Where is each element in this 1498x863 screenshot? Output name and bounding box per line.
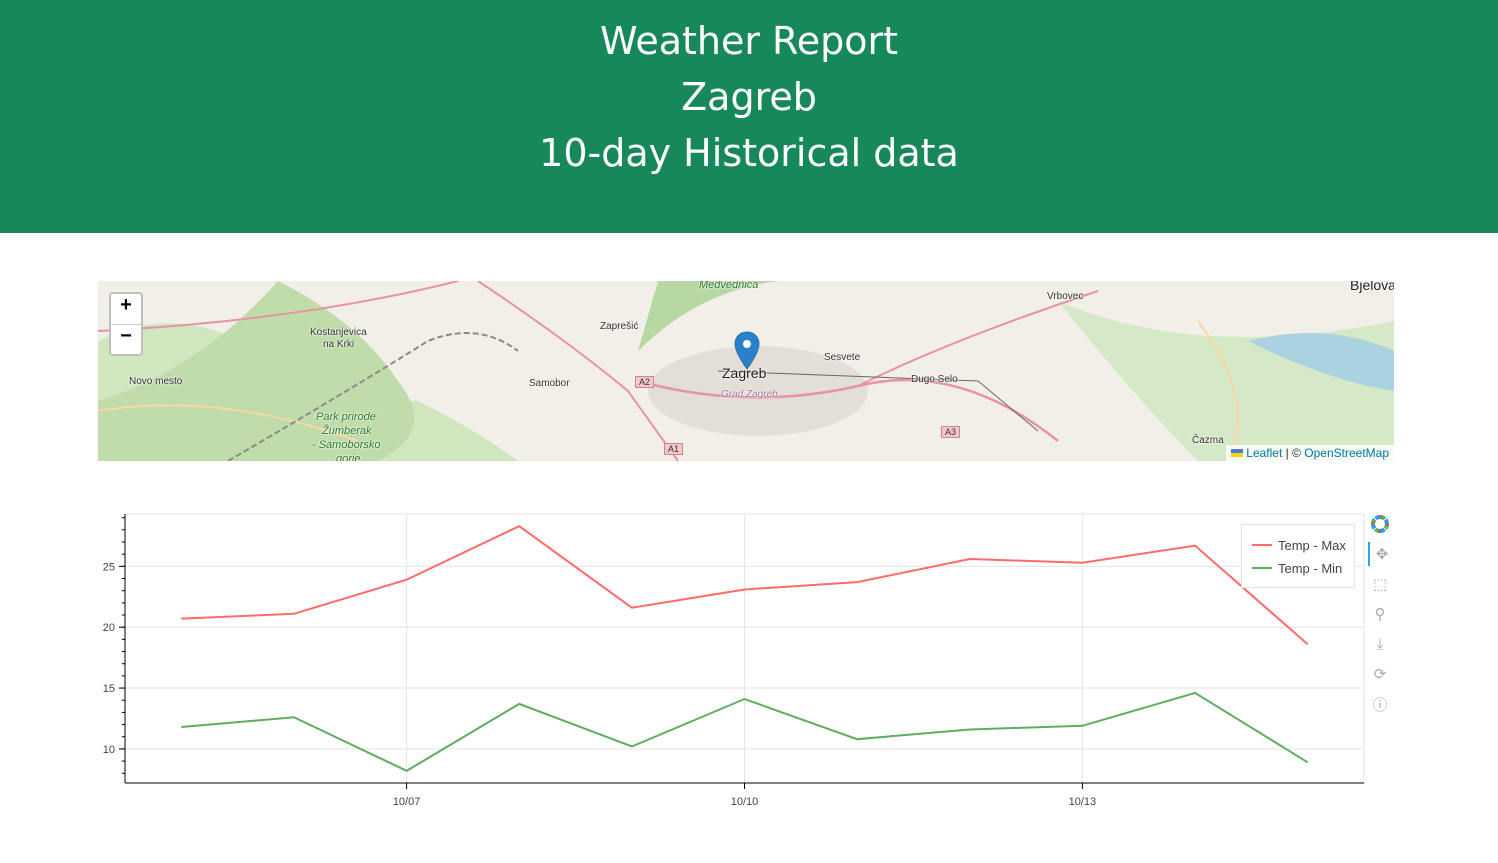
save-icon[interactable]: ⤓ [1368, 632, 1392, 656]
legend-label: Temp - Min [1278, 560, 1343, 576]
map-pin-icon[interactable] [734, 331, 760, 371]
place-label: Kostanjevica [310, 327, 367, 338]
y-tick-label: 25 [103, 561, 115, 573]
x-tick-label: 10/07 [393, 796, 421, 808]
legend-item-min[interactable]: Temp - Min [1252, 560, 1342, 576]
pan-icon[interactable]: ✥ [1368, 542, 1394, 566]
bokeh-logo-icon[interactable] [1368, 512, 1392, 536]
place-label: Novo mesto [129, 376, 183, 387]
place-label: Čazma [1192, 435, 1224, 446]
place-label: Sesvete [824, 352, 861, 363]
legend-swatch [1252, 567, 1272, 569]
map[interactable]: + − Zagreb Grad Zagreb Zaprešić Sesvete … [98, 281, 1394, 461]
map-attribution: Leaflet | © OpenStreetMap [1226, 445, 1394, 461]
ukraine-flag-icon [1231, 449, 1244, 457]
place-label: Samobor [529, 378, 570, 389]
attribution-separator: | © [1282, 446, 1305, 460]
place-label: Vrbovec [1047, 291, 1084, 302]
place-label: Žumberak [322, 425, 372, 437]
place-label: gorje [336, 453, 361, 461]
x-tick-label: 10/10 [731, 796, 759, 808]
y-tick-label: 15 [103, 683, 115, 695]
place-label: Grad Zagreb [721, 389, 778, 400]
road-shield: A1 [664, 443, 684, 455]
reset-icon[interactable]: ⟳ [1368, 662, 1392, 686]
box-zoom-icon[interactable]: ⬚ [1368, 572, 1392, 596]
help-icon[interactable]: ⓘ [1368, 692, 1392, 716]
legend-label: Temp - Max [1278, 537, 1346, 553]
place-label: Dugo Selo [911, 374, 958, 385]
subtitle: 10-day Historical data [539, 131, 959, 175]
place-label: Bjelova [1350, 281, 1394, 293]
leaflet-link[interactable]: Leaflet [1246, 446, 1282, 460]
osm-link[interactable]: OpenStreetMap [1304, 446, 1389, 460]
place-label: Park prirode [316, 411, 376, 423]
place-label: - Samoborsko [312, 439, 381, 451]
zoom-out-button[interactable]: − [111, 325, 141, 355]
chart-toolbar: ✥ ⬚ ⚲ ⤓ ⟳ ⓘ [1368, 512, 1394, 722]
title: Weather Report [599, 19, 899, 63]
road-shield: A3 [941, 426, 961, 438]
legend-item-max[interactable]: Temp - Max [1252, 537, 1346, 553]
city-title: Zagreb [681, 75, 817, 119]
y-tick-label: 10 [103, 744, 115, 756]
place-label: Zaprešić [600, 321, 639, 332]
chart-legend: Temp - Max Temp - Min [1241, 524, 1355, 588]
zoom-in-button[interactable]: + [111, 294, 141, 325]
place-label: Medvednica [699, 281, 759, 291]
y-tick-label: 20 [103, 622, 115, 634]
place-label: na Krki [323, 339, 355, 350]
zoom-control: + − [109, 292, 143, 356]
wheel-zoom-icon[interactable]: ⚲ [1368, 602, 1392, 626]
legend-swatch [1252, 544, 1272, 546]
x-tick-label: 10/13 [1069, 796, 1097, 808]
road-shield: A2 [635, 376, 655, 388]
page-header: Weather Report Zagreb 10-day Historical … [0, 0, 1498, 233]
